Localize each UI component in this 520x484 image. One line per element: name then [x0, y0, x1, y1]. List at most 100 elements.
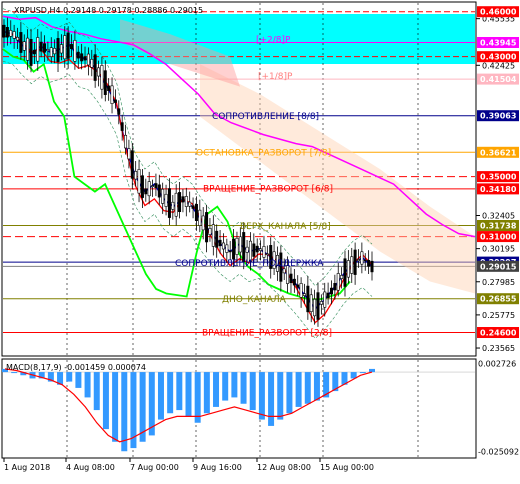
price-box-label: 0.34180: [480, 185, 517, 194]
candle-body: [120, 122, 124, 131]
price-box-label: 0.26855: [480, 295, 517, 304]
candle-body: [262, 246, 266, 258]
candle-body: [323, 291, 327, 308]
price-box-label: 0.24600: [480, 329, 517, 338]
candle-body: [93, 54, 97, 81]
candle-body: [73, 40, 77, 62]
macd-bar: [295, 372, 302, 407]
candle-body: [107, 85, 111, 91]
level-label: ВРАЩЕНИЕ_РАЗВОРОТ [6/8]: [203, 185, 333, 195]
macd-bar: [84, 372, 91, 398]
candle-body: [218, 239, 222, 247]
macd-bar: [157, 372, 164, 420]
candle-body: [208, 228, 212, 235]
candle-body: [19, 32, 23, 53]
price-box-label: 0.41504: [480, 75, 517, 84]
candle-body: [299, 283, 303, 298]
candle-body: [29, 39, 33, 66]
x-tick-label: 7 Aug 00:00: [130, 463, 179, 472]
level-label: ОСТАНОВКА_РАЗВОРОТ [7/8]: [196, 149, 331, 159]
candle-body: [255, 245, 259, 253]
macd-bar: [185, 372, 192, 417]
macd-bar: [313, 372, 320, 401]
candle-body: [367, 260, 371, 267]
candle-body: [171, 201, 175, 210]
time-axis: 1 Aug 2018 4 Aug 08:00 7 Aug 00:00 9 Aug 16…: [3, 458, 374, 472]
candle-body: [205, 212, 209, 243]
candle-body: [80, 53, 84, 62]
y-tick-label: 0.27985: [482, 278, 515, 287]
candle-body: [70, 44, 74, 50]
price-box-label: 0.36621: [480, 148, 517, 157]
macd-header: MACD(8,17,9) -0.001459 0.000074: [6, 363, 146, 372]
candle-body: [110, 85, 114, 104]
candle-body: [292, 278, 296, 286]
candle-body: [329, 287, 333, 295]
candle-body: [211, 224, 215, 247]
candle-body: [97, 67, 101, 77]
y-tick-label: 0.25775: [482, 311, 515, 320]
price-box-label: 0.31738: [480, 222, 517, 231]
x-tick-label: 4 Aug 08:00: [66, 463, 115, 472]
candle-body: [174, 192, 178, 217]
macd-bar: [112, 372, 119, 442]
candle-body: [232, 238, 236, 260]
candle-body: [66, 32, 70, 59]
candle-body: [188, 201, 192, 207]
candle-body: [309, 294, 313, 313]
macd-tick-label: -0.025092: [478, 448, 519, 457]
candle-body: [167, 188, 171, 218]
macd-bar: [11, 372, 18, 374]
level-label: ВРАЩЕНИЕ_РАЗВОРОТ [2/8]: [202, 329, 332, 339]
macd-bar: [286, 372, 293, 414]
candle-body: [134, 171, 138, 180]
macd-bar: [231, 372, 238, 398]
macd-bar: [66, 372, 73, 382]
candle-body: [90, 58, 94, 68]
macd-bar: [194, 372, 201, 423]
candle-body: [181, 196, 185, 203]
level-label: СОПРОТИВЛЕНИЕ [8/8]: [212, 112, 319, 122]
level-label: ДНО_КАНАЛА: [222, 295, 287, 305]
price-box-label: 0.46000: [480, 8, 517, 17]
candle-body: [319, 301, 323, 305]
y-tick-label: 0.30195: [482, 245, 515, 254]
x-tick-label: 15 Aug 00:00: [320, 463, 374, 472]
level-label: [+1/8]P: [258, 72, 293, 82]
y-tick-label: 0.23565: [482, 344, 515, 353]
candle-body: [191, 205, 195, 209]
candle-body: [43, 43, 47, 53]
candle-body: [360, 251, 364, 265]
candle-body: [336, 273, 340, 291]
candle-body: [306, 285, 310, 313]
candle-body: [144, 188, 148, 195]
macd-bar: [176, 372, 183, 411]
chart-window: [+2/8]P [+1/8]P СОПРОТИВЛЕНИЕ [8/8] ОСТАНОВ…: [0, 0, 520, 480]
candle-body: [36, 37, 40, 62]
candle-body: [340, 275, 344, 279]
macd-bar: [75, 372, 82, 388]
level-label: [+2/8]P: [256, 36, 291, 46]
candle-body: [326, 292, 330, 298]
candle-body: [201, 215, 205, 231]
candle-body: [215, 230, 219, 248]
macd-bar: [359, 372, 366, 374]
macd-bar: [93, 372, 100, 411]
candle-body: [228, 250, 232, 253]
candle-body: [225, 244, 229, 253]
candle-body: [113, 99, 117, 103]
price-boxes: 0.46000 0.43945 0.43000 0.41504 0.39063 0.366…: [477, 6, 519, 339]
macd-bar: [222, 372, 229, 401]
price-box-label: 0.43945: [480, 39, 517, 48]
candle-body: [5, 27, 9, 38]
candle-body: [12, 31, 16, 39]
candle-body: [313, 298, 317, 317]
candle-body: [32, 49, 36, 55]
candle-body: [2, 24, 6, 38]
macd-bar: [258, 372, 265, 420]
candle-body: [86, 53, 90, 66]
candle-body: [235, 237, 239, 255]
candle-body: [151, 185, 155, 187]
candle-body: [137, 169, 141, 194]
level-label: ВЕРХ_КАНАЛА [5/8]: [240, 222, 331, 232]
